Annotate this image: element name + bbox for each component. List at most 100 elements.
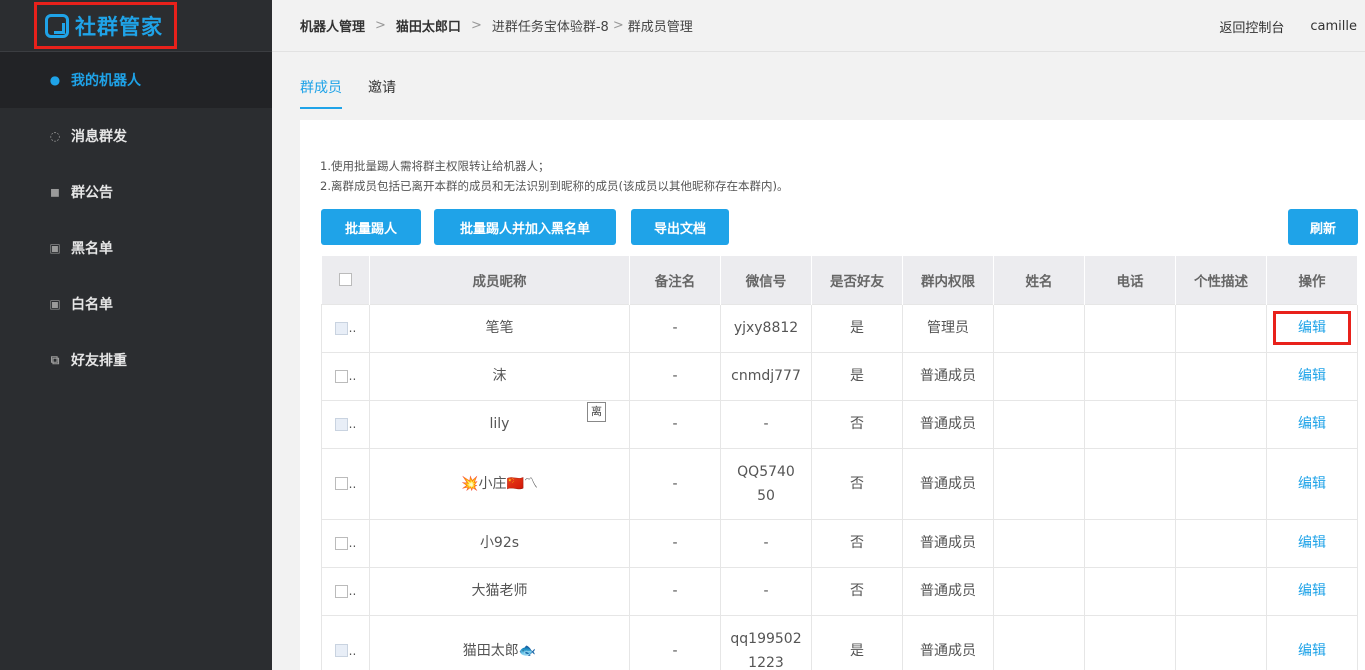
row-select-cell: .. (321, 351, 370, 401)
phone-cell (1084, 447, 1176, 520)
sidebar-item-blacklist[interactable]: ▣ 黑名单 (0, 220, 272, 276)
sidebar-item-label: 黑名单 (71, 241, 113, 257)
remark-cell: - (629, 614, 721, 670)
wechat-cell: - (720, 518, 812, 568)
tab-invite[interactable]: 邀请 (368, 74, 396, 109)
friend-cell: 是 (811, 351, 903, 401)
desc-cell (1175, 351, 1267, 401)
refresh-button[interactable]: 刷新 (1288, 209, 1358, 245)
wechat-cell: - (720, 566, 812, 616)
truncation-dots: .. (348, 417, 357, 431)
column-header: 备注名 (629, 256, 721, 304)
row-checkbox[interactable] (334, 536, 348, 550)
name-cell (993, 447, 1085, 520)
logo-text: 社群管家 (75, 14, 163, 39)
column-header: 姓名 (993, 256, 1085, 304)
row-checkbox[interactable] (334, 644, 348, 657)
user-circle-icon: ● (49, 73, 61, 87)
megaphone-icon: ◼ (50, 185, 60, 199)
row-checkbox[interactable] (334, 417, 348, 431)
role-cell: 管理员 (902, 303, 994, 353)
name-cell (993, 614, 1085, 670)
role-cell: 普通成员 (902, 351, 994, 401)
name-cell (993, 566, 1085, 616)
nickname-cell: 💥小庄🇨🇳〽 (369, 447, 630, 520)
row-checkbox[interactable] (334, 369, 348, 383)
nickname-cell: lily 离 (369, 399, 630, 449)
truncation-dots: .. (348, 321, 357, 335)
nickname-cell: 大猫老师 (369, 566, 630, 616)
edit-link[interactable]: 编辑 (1298, 583, 1326, 599)
sidebar-item-dedupe[interactable]: ⧉ 好友排重 (0, 332, 272, 388)
phone-cell (1084, 399, 1176, 449)
row-checkbox[interactable] (334, 321, 348, 335)
table-header-row: 成员昵称 备注名 微信号 是否好友 群内权限 姓名 电话 个性描述 操作 (321, 256, 1358, 304)
batch-kick-button[interactable]: 批量踢人 (321, 209, 421, 245)
wechat-cell: QQ574050 (720, 447, 812, 520)
desc-cell (1175, 399, 1267, 449)
export-button[interactable]: 导出文档 (631, 209, 729, 245)
name-cell (993, 518, 1085, 568)
phone-cell (1084, 614, 1176, 670)
action-cell: 编辑 (1266, 303, 1358, 353)
phone-cell (1084, 566, 1176, 616)
notes: 1.使用批量踢人需将群主权限转让给机器人； 2.离群成员包括已离开本群的成员和无… (320, 156, 788, 196)
name-cell (993, 351, 1085, 401)
breadcrumb-separator: > (612, 18, 624, 33)
user-menu[interactable]: camille (1310, 19, 1357, 34)
sidebar-item-broadcast[interactable]: ◌ 消息群发 (0, 108, 272, 164)
breadcrumb-item[interactable]: 猫田太郎口 (396, 16, 461, 35)
action-cell: 编辑 (1266, 351, 1358, 401)
wechat-cell: yjxy8812 (720, 303, 812, 353)
edit-link[interactable]: 编辑 (1298, 643, 1326, 659)
back-to-console-link[interactable]: 返回控制台 (1219, 17, 1284, 36)
desc-cell (1175, 566, 1267, 616)
row-checkbox[interactable] (334, 477, 348, 490)
left-group-tag: 离 (587, 401, 606, 422)
desc-cell (1175, 303, 1267, 353)
sidebar-item-label: 群公告 (71, 185, 113, 201)
logo[interactable]: 社群管家 (34, 2, 177, 49)
breadcrumb-item[interactable]: 机器人管理 (300, 16, 365, 35)
truncation-dots: .. (348, 369, 357, 383)
phone-cell (1084, 303, 1176, 353)
row-checkbox[interactable] (334, 584, 348, 598)
column-header: 微信号 (720, 256, 812, 304)
action-cell: 编辑 (1266, 566, 1358, 616)
sidebar-item-my-robots[interactable]: ● 我的机器人 (0, 52, 272, 108)
role-cell: 普通成员 (902, 447, 994, 520)
remark-cell: - (629, 566, 721, 616)
sidebar-item-label: 我的机器人 (71, 73, 141, 89)
row-select-cell: .. (321, 399, 370, 449)
friend-cell: 否 (811, 518, 903, 568)
edit-link[interactable]: 编辑 (1273, 311, 1351, 345)
nickname-text: lily (489, 416, 510, 432)
table-row: .. 沫 - cnmdj777 是 普通成员 编辑 (321, 351, 1358, 401)
truncation-dots: .. (348, 584, 357, 598)
batch-kick-blacklist-button[interactable]: 批量踢人并加入黑名单 (434, 209, 616, 245)
edit-link[interactable]: 编辑 (1298, 476, 1326, 492)
nickname-cell: 沫 (369, 351, 630, 401)
select-all-cell (321, 256, 370, 304)
sidebar-item-whitelist[interactable]: ▣ 白名单 (0, 276, 272, 332)
column-header: 个性描述 (1175, 256, 1267, 304)
logo-area: 社群管家 (0, 0, 272, 52)
column-header: 电话 (1084, 256, 1176, 304)
truncation-dots: .. (348, 536, 357, 550)
edit-link[interactable]: 编辑 (1298, 535, 1326, 551)
edit-link[interactable]: 编辑 (1298, 368, 1326, 384)
action-cell: 编辑 (1266, 399, 1358, 449)
copy-icon: ⧉ (50, 352, 60, 367)
breadcrumb-item[interactable]: 进群任务宝体验群-8 (492, 16, 609, 35)
edit-link[interactable]: 编辑 (1298, 416, 1326, 432)
select-all-checkbox[interactable] (338, 273, 352, 287)
friend-cell: 是 (811, 614, 903, 670)
sidebar-item-announcement[interactable]: ◼ 群公告 (0, 164, 272, 220)
row-select-cell: .. (321, 566, 370, 616)
name-cell (993, 399, 1085, 449)
tab-members[interactable]: 群成员 (300, 74, 342, 109)
remark-cell: - (629, 518, 721, 568)
tabs: 群成员 邀请 (300, 74, 422, 109)
role-cell: 普通成员 (902, 518, 994, 568)
table-row: .. 笔笔 - yjxy8812 是 管理员 编辑 (321, 303, 1358, 353)
